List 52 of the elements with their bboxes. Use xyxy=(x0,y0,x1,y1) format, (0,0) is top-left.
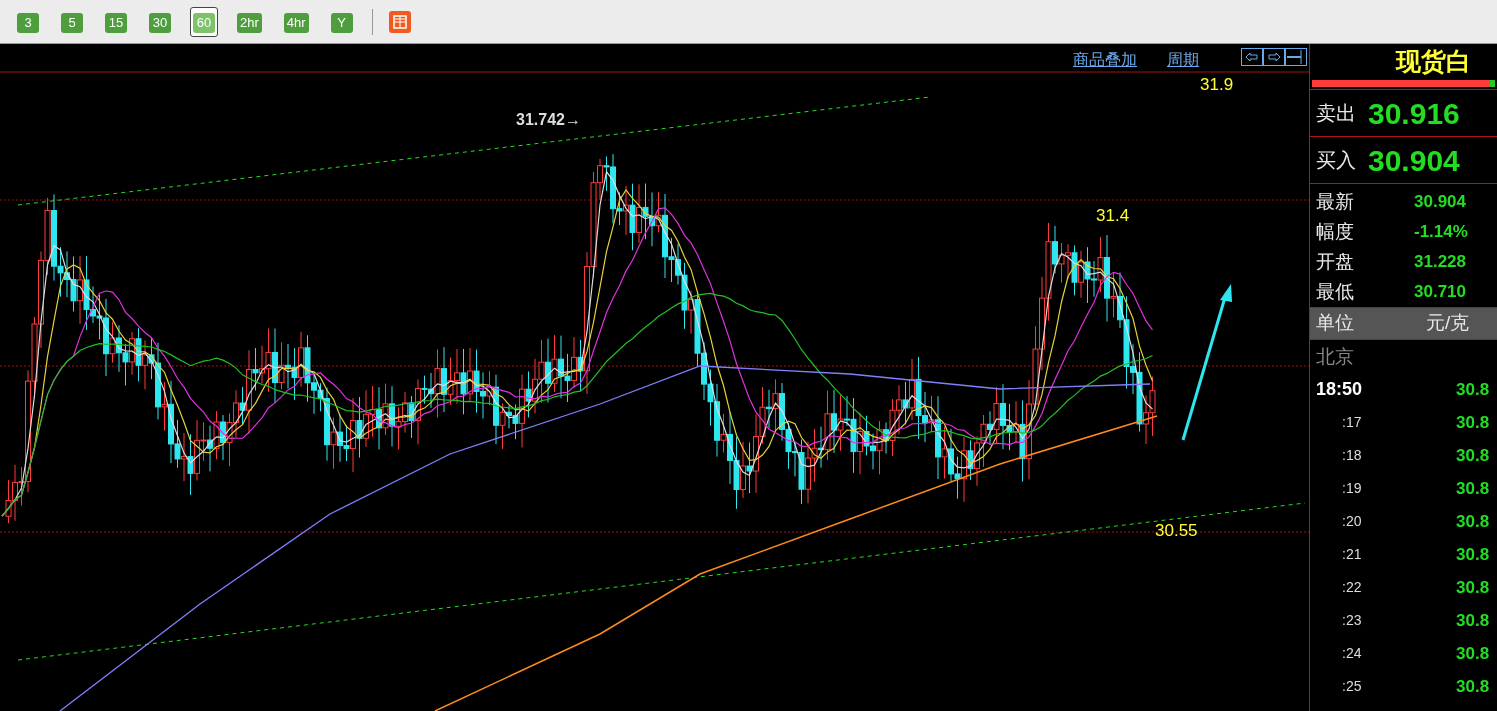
price-label: 31.742→ xyxy=(516,110,581,130)
tick-time: :24 xyxy=(1341,644,1363,663)
tick-time: 18:50 xyxy=(1315,378,1364,401)
price-label: 31.9 xyxy=(1200,74,1234,96)
tick-price: 30.8 xyxy=(1456,609,1490,632)
tick-price: 30.8 xyxy=(1456,510,1490,533)
grid-icon[interactable] xyxy=(388,10,411,33)
tick-price: 30.8 xyxy=(1456,378,1490,401)
tick-price: 30.8 xyxy=(1456,411,1490,434)
tick-price: 30.8 xyxy=(1456,576,1490,599)
tick-price: 30.8 xyxy=(1456,543,1490,566)
tick-time: :21 xyxy=(1341,545,1363,564)
stat-value: 30.710 xyxy=(1414,281,1466,304)
unit-value: 元/克 xyxy=(1426,311,1470,336)
stat-label: 最新 xyxy=(1316,189,1355,214)
period-button[interactable]: 30 xyxy=(149,12,171,33)
period-button[interactable]: Y xyxy=(330,12,353,33)
unit-label: 单位 xyxy=(1316,311,1355,336)
tick-time: :19 xyxy=(1341,479,1363,498)
tick-price: 30.8 xyxy=(1456,675,1490,698)
tick-time: :17 xyxy=(1341,413,1363,432)
stat-value: 31.228 xyxy=(1414,251,1466,274)
tick-time: :22 xyxy=(1341,578,1363,597)
column-header: 北京 xyxy=(1315,345,1355,369)
tick-price: 30.8 xyxy=(1456,642,1490,665)
price-label: 30.55 xyxy=(1155,520,1198,542)
stat-value: 30.904 xyxy=(1414,191,1466,214)
split-panel-icon[interactable] xyxy=(1285,48,1307,66)
tick-price: 30.8 xyxy=(1456,444,1490,467)
period-button[interactable]: 3 xyxy=(17,12,39,33)
quote-label: 买入 xyxy=(1316,148,1356,173)
stat-label: 幅度 xyxy=(1316,219,1355,244)
tick-time: :18 xyxy=(1341,446,1363,465)
tick-time: :23 xyxy=(1341,611,1363,630)
period-button[interactable]: 15 xyxy=(105,12,127,33)
tick-price: 30.8 xyxy=(1456,477,1490,500)
tick-time: :20 xyxy=(1341,512,1363,531)
instrument-title: 现货白 xyxy=(1394,46,1472,78)
stat-label: 最低 xyxy=(1316,279,1355,304)
price-label: 31.4 xyxy=(1096,205,1130,227)
stat-value: -1.14% xyxy=(1414,221,1468,244)
period-button[interactable]: 4hr xyxy=(283,12,309,33)
quote-price: 30.904 xyxy=(1368,142,1460,179)
period-button[interactable]: 60 xyxy=(193,12,215,33)
chart-link[interactable]: 周期 xyxy=(1167,48,1199,72)
quote-price: 30.916 xyxy=(1368,95,1460,132)
chart-link[interactable]: 商品叠加 xyxy=(1073,48,1137,72)
stat-label: 开盘 xyxy=(1316,249,1355,274)
quote-label: 卖出 xyxy=(1316,101,1356,126)
tick-time: :25 xyxy=(1341,677,1363,696)
period-button[interactable]: 5 xyxy=(61,12,83,33)
period-button[interactable]: 2hr xyxy=(237,12,262,33)
